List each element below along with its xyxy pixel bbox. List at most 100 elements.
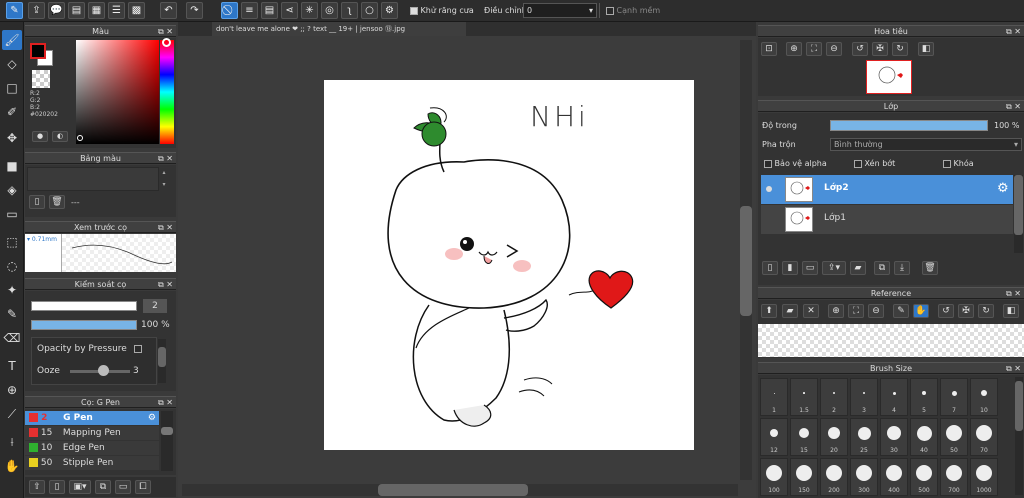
brush-new-icon[interactable]: ▯ — [49, 480, 65, 494]
snap-parallel-icon[interactable]: ≡ — [241, 2, 258, 19]
brush-size-cell[interactable]: 1 — [760, 378, 788, 416]
lock-toggle[interactable]: Khóa — [943, 159, 974, 168]
palette-scroll[interactable]: ▴ ▾ — [160, 167, 168, 191]
palette-area[interactable] — [27, 167, 159, 191]
soft-edge-toggle[interactable]: Cạnh mềm — [606, 6, 660, 15]
ref-fit-icon[interactable]: ⛶ — [848, 304, 864, 318]
blend-select[interactable]: Bình thường ▾ — [830, 138, 1022, 151]
ref-folder-icon[interactable]: ▰ — [782, 304, 798, 318]
brush-size-cell[interactable]: 1.5 — [790, 378, 818, 416]
blur-icon[interactable]: ✐ — [2, 102, 22, 122]
snap-radial-icon[interactable]: ✳ — [301, 2, 318, 19]
frame-divider-icon[interactable]: ⟋ — [2, 404, 22, 424]
select-eraser-icon[interactable]: ⌫ — [2, 328, 22, 348]
layer-add-menu-icon[interactable]: ⇪▾ — [822, 261, 846, 275]
brush-size-cell[interactable]: 50 — [940, 418, 968, 456]
brush-duplicate-icon[interactable]: ⧠ — [135, 480, 151, 494]
layer-folder-icon[interactable]: ▰ — [850, 261, 866, 275]
brush-size-cell[interactable]: 12 — [760, 418, 788, 456]
brush-add-icon[interactable]: ⇧ — [29, 480, 45, 494]
reference-image-area[interactable] — [758, 324, 1024, 357]
snap-circle-icon[interactable]: ◎ — [321, 2, 338, 19]
size-slider[interactable] — [31, 301, 137, 311]
nav-flip-icon[interactable]: ◧ — [918, 42, 934, 56]
brush-folder-icon[interactable]: ▭ — [115, 480, 131, 494]
canvas[interactable]: NHi — [324, 80, 694, 450]
rectangle-icon[interactable]: □ — [2, 78, 22, 98]
eraser-icon[interactable]: ◇ — [2, 54, 22, 74]
saturation-picker[interactable] — [76, 40, 159, 144]
nav-fit-icon[interactable]: ⛶ — [806, 42, 822, 56]
palette-delete-icon[interactable]: 🗑 — [49, 195, 65, 209]
bucket-icon[interactable]: ◈ — [2, 180, 22, 200]
comment-icon[interactable]: ▤ — [68, 2, 85, 19]
gradient-icon[interactable]: ▭ — [2, 204, 22, 224]
ooze-handle[interactable] — [98, 365, 109, 376]
ref-reset-icon[interactable]: ✠ — [958, 304, 974, 318]
snap-crisscross-icon[interactable]: ▤ — [261, 2, 278, 19]
pressure-option[interactable]: Opacity by Pressure — [37, 344, 142, 354]
brush-settings-icon[interactable]: ⚙ — [148, 411, 156, 425]
size-value[interactable]: 2 — [143, 299, 167, 313]
lasso-icon[interactable]: ◌ — [2, 256, 22, 276]
foreground-color[interactable] — [30, 43, 46, 59]
list-icon[interactable]: ☰ — [108, 2, 125, 19]
layer-new-1bit-icon[interactable]: ▭ — [802, 261, 818, 275]
undo-icon[interactable]: ↶ — [160, 2, 177, 19]
brush-size-cell[interactable]: 4 — [880, 378, 908, 416]
snap-off-icon[interactable]: ⃠ — [221, 2, 238, 19]
adjust-input[interactable]: 0 ▾ — [523, 3, 597, 18]
brush-size-cell[interactable]: 40 — [910, 418, 938, 456]
brush-menu-icon[interactable]: ▣▾ — [69, 480, 91, 494]
clipping-toggle[interactable]: Xén bớt — [854, 159, 895, 168]
ref-open-icon[interactable]: ⬆ — [761, 304, 777, 318]
brush-size-cell[interactable]: 700 — [940, 458, 968, 496]
ref-flip-icon[interactable]: ◧ — [1003, 304, 1019, 318]
brush-item-mapping-pen[interactable]: 15 Mapping Pen — [25, 426, 159, 440]
brush-size-cell[interactable]: 300 — [850, 458, 878, 496]
brush-size-cell[interactable]: 10 — [970, 378, 998, 416]
color-swap-icon[interactable]: ◐ — [52, 131, 68, 142]
brush-size-cell[interactable]: 70 — [970, 418, 998, 456]
layer-opacity-slider[interactable] — [830, 120, 988, 131]
brush-size-cell[interactable]: 100 — [760, 458, 788, 496]
brush-size-cell[interactable]: 25 — [850, 418, 878, 456]
brush-item-stipple-pen[interactable]: 50 Stipple Pen — [25, 456, 159, 470]
brush-size-cell[interactable]: 3 — [850, 378, 878, 416]
ref-rotate-left-icon[interactable]: ↺ — [938, 304, 954, 318]
select-rect-icon[interactable]: ⬚ — [2, 232, 22, 252]
brush-size-cell[interactable]: 400 — [880, 458, 908, 496]
brush-list-scrollbar[interactable] — [161, 411, 173, 471]
layer-new-8bit-icon[interactable]: ▮ — [782, 261, 798, 275]
brush-size-cell[interactable]: 7 — [940, 378, 968, 416]
nav-zoom-fit-icon[interactable]: ⊡ — [761, 42, 777, 56]
brush-size-cell[interactable]: 500 — [910, 458, 938, 496]
brush-icon[interactable]: 🖌 — [2, 30, 22, 50]
operation-icon[interactable]: ⊕ — [2, 380, 22, 400]
layer-merge-icon[interactable]: ⤓ — [894, 261, 910, 275]
canvas-hscrollbar[interactable] — [182, 484, 738, 496]
layer-delete-icon[interactable]: 🗑 — [922, 261, 938, 275]
protect-alpha-toggle[interactable]: Bảo vệ alpha — [764, 159, 827, 168]
snap-settings-icon[interactable]: ⚙ — [381, 2, 398, 19]
hue-slider[interactable] — [160, 40, 174, 144]
grid-icon[interactable]: ▩ — [128, 2, 145, 19]
document-tab[interactable]: don't leave me alone ❤ ;; ? text __ 19+ … — [212, 22, 466, 36]
magic-wand-icon[interactable]: ✦ — [2, 280, 22, 300]
brush-size-cell[interactable]: 20 — [820, 418, 848, 456]
layer-row-1[interactable]: Lớp1 — [761, 205, 1013, 234]
opacity-slider[interactable] — [31, 320, 137, 330]
snap-curve-icon[interactable]: ʅ — [341, 2, 358, 19]
transparent-color[interactable] — [32, 70, 50, 88]
visibility-icon[interactable] — [766, 186, 772, 192]
hand-icon[interactable]: ✋ — [2, 456, 22, 476]
app-menu-icon[interactable]: ✎ — [6, 2, 23, 19]
redo-icon[interactable]: ↷ — [186, 2, 203, 19]
ref-zoom-out-icon[interactable]: ⊖ — [868, 304, 884, 318]
eyedropper-icon[interactable]: ⟊ — [2, 432, 22, 452]
canvas-vscrollbar[interactable] — [740, 40, 752, 480]
ref-rotate-right-icon[interactable]: ↻ — [978, 304, 994, 318]
fill-rect-icon[interactable]: ■ — [2, 156, 22, 176]
select-pen-icon[interactable]: ✎ — [2, 304, 22, 324]
brush-size-cell[interactable]: 2 — [820, 378, 848, 416]
